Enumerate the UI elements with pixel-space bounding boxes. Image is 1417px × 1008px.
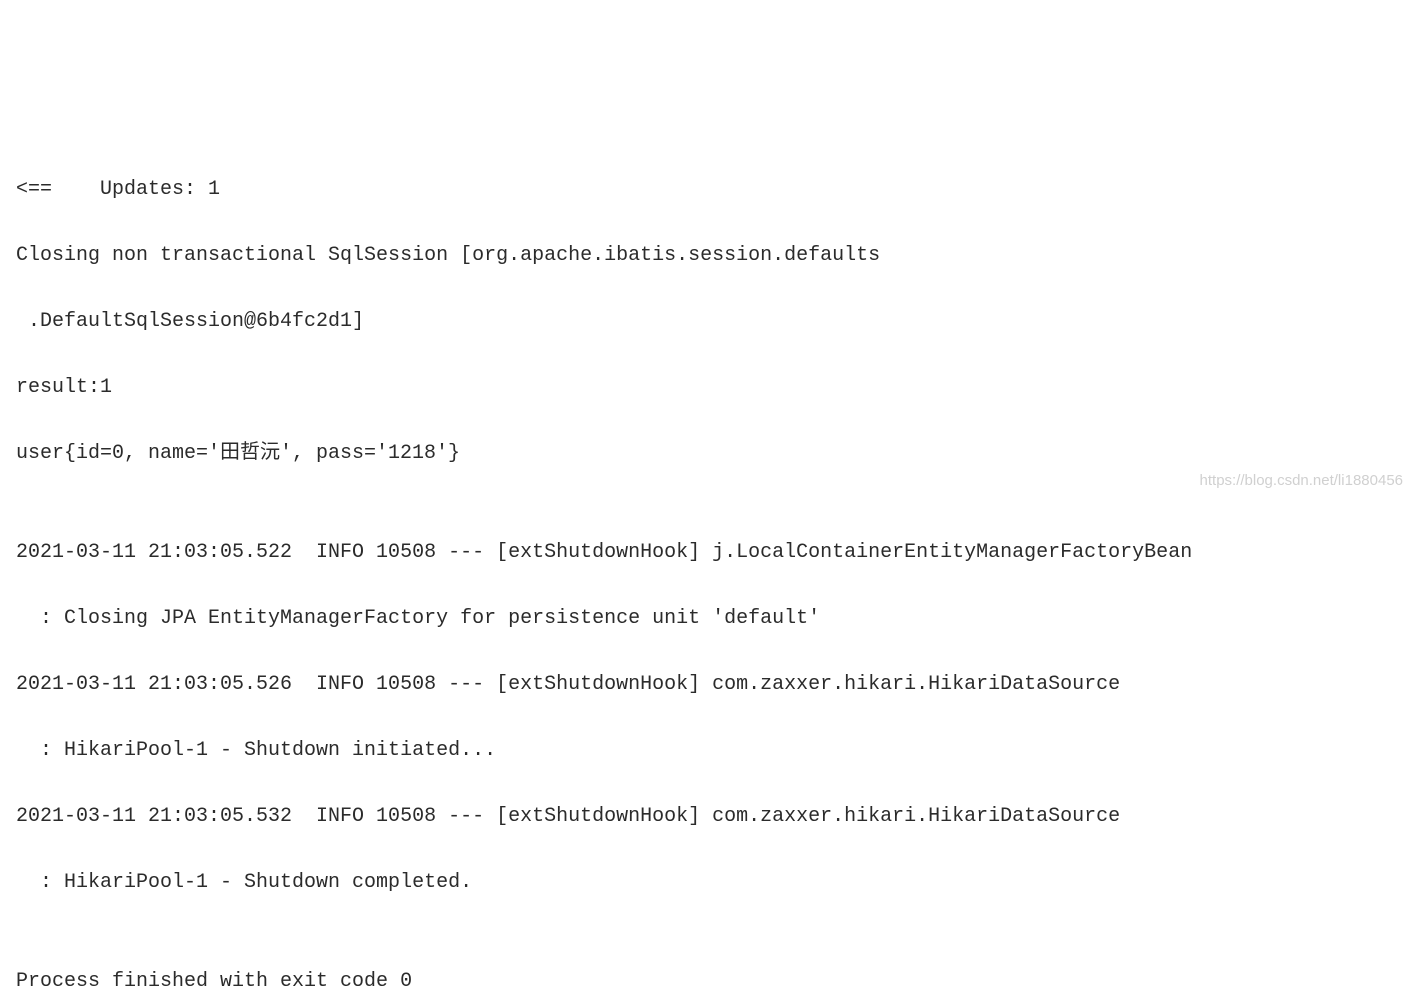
log-line: Process finished with exit code 0 bbox=[16, 965, 1401, 998]
watermark-text: https://blog.csdn.net/li1880456 bbox=[1200, 469, 1403, 494]
log-line: 2021-03-11 21:03:05.522 INFO 10508 --- [… bbox=[16, 536, 1401, 569]
console-output: <== Updates: 1 Closing non transactional… bbox=[16, 140, 1401, 1008]
log-line: <== Updates: 1 bbox=[16, 173, 1401, 206]
log-line: Closing non transactional SqlSession [or… bbox=[16, 239, 1401, 272]
log-line: 2021-03-11 21:03:05.526 INFO 10508 --- [… bbox=[16, 668, 1401, 701]
log-line: result:1 bbox=[16, 371, 1401, 404]
log-line: : HikariPool-1 - Shutdown initiated... bbox=[16, 734, 1401, 767]
log-line: : HikariPool-1 - Shutdown completed. bbox=[16, 866, 1401, 899]
log-line: .DefaultSqlSession@6b4fc2d1] bbox=[16, 305, 1401, 338]
log-line: 2021-03-11 21:03:05.532 INFO 10508 --- [… bbox=[16, 800, 1401, 833]
log-line: : Closing JPA EntityManagerFactory for p… bbox=[16, 602, 1401, 635]
log-line: user{id=0, name='田哲沅', pass='1218'} bbox=[16, 437, 1401, 470]
